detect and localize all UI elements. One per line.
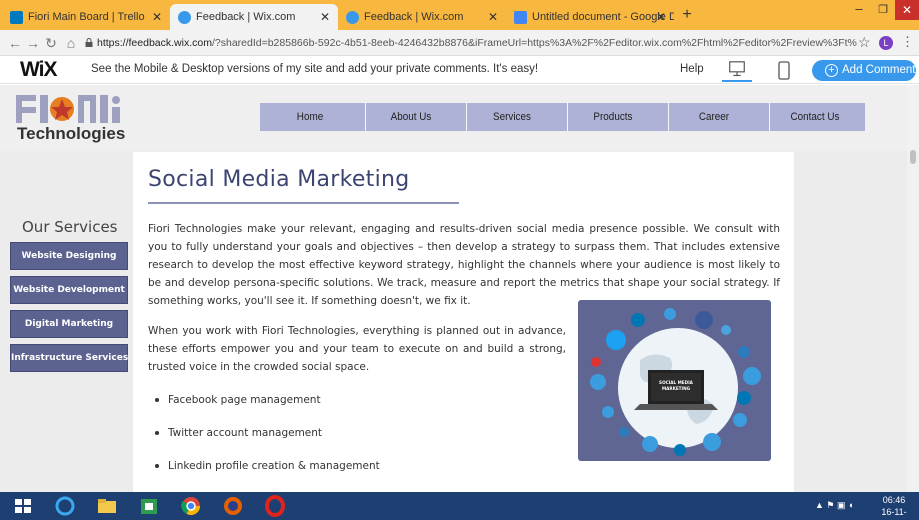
main-content: Social Media Marketing Fiori Technologie… (133, 152, 794, 492)
firefox-icon[interactable] (220, 494, 246, 518)
url-host: https://feedback.wix.com (97, 37, 212, 49)
scrollbar-thumb[interactable] (910, 150, 916, 164)
profile-avatar[interactable]: L (879, 36, 893, 50)
intro-paragraph: Fiori Technologies make your relevant, e… (148, 223, 780, 307)
service-infrastructure-services[interactable]: Infrastructure Services (10, 344, 128, 372)
menu-item-products[interactable]: Products (567, 103, 658, 131)
forward-arrow-icon[interactable]: → (24, 33, 42, 53)
tab-close-icon[interactable]: ✕ (320, 4, 330, 30)
browser-tab-feedback-active[interactable]: Feedback | Wix.com ✕ (170, 4, 338, 30)
home-icon[interactable]: ⌂ (62, 33, 80, 53)
chrome-icon[interactable] (178, 494, 204, 518)
browser-menu-icon[interactable]: ⋮ (901, 34, 914, 50)
help-link[interactable]: Help (680, 63, 704, 75)
window-close-button[interactable]: ✕ (895, 0, 919, 20)
windows-start-icon[interactable] (10, 494, 36, 518)
clock-time: 06:46 (882, 495, 906, 505)
add-comment-label: Add Comment (842, 64, 916, 76)
tab-title: Untitled document - Google Doc (532, 11, 674, 23)
planning-paragraph: When you work with Fiori Technologies, e… (148, 325, 566, 373)
window-maximize-button[interactable]: ❐ (872, 0, 894, 22)
trello-icon (10, 11, 23, 24)
tab-title: Feedback | Wix.com (364, 11, 464, 23)
site-main-menu: Home About Us Services Products Career C… (260, 103, 865, 131)
globe-laptop-icon: SOCIAL MEDIA MARKETING (590, 308, 761, 456)
browser-tab-feedback[interactable]: Feedback | Wix.com ✕ (338, 4, 506, 30)
desktop-view-icon[interactable] (722, 60, 752, 82)
address-bar: ← → ↻ ⌂ https://feedback.wix.com/?shared… (0, 30, 919, 56)
services-title: Our Services (22, 218, 118, 236)
fiori-logo-icon (16, 95, 120, 123)
google-docs-icon (514, 11, 527, 24)
image-caption-line2: MARKETING (662, 386, 691, 391)
menu-item-home[interactable]: Home (265, 103, 355, 131)
list-item: Facebook page management (153, 392, 453, 408)
logo-text: Technologies (17, 124, 126, 143)
menu-item-about-us[interactable]: About Us (365, 103, 456, 131)
menu-item-career[interactable]: Career (668, 103, 759, 131)
back-arrow-icon[interactable]: ← (6, 33, 24, 53)
list-item: Linkedin profile creation & management (153, 458, 453, 474)
wix-instructions: See the Mobile & Desktop versions of my … (91, 63, 539, 75)
system-tray-icons[interactable]: ▲ ⚑ ▣ ◖ (815, 500, 853, 511)
service-website-development[interactable]: Website Development (10, 276, 128, 304)
site-header: Technologies Home About Us Services Prod… (0, 85, 919, 151)
tab-close-icon[interactable]: ✕ (488, 4, 498, 30)
url-field[interactable]: https://feedback.wix.com/?sharedId=b2858… (97, 34, 857, 52)
windows-taskbar: ▲ ⚑ ▣ ◖ 06:46 16-11-2018 (0, 492, 919, 520)
services-list: Facebook page management Twitter account… (153, 392, 453, 491)
lock-icon (85, 38, 93, 47)
url-path: /?sharedId=b285866b-592c-4b51-8eeb-42464… (211, 37, 857, 49)
taskbar-clock[interactable]: 06:46 16-11-2018 (872, 494, 916, 520)
internet-explorer-icon[interactable] (52, 494, 78, 518)
service-website-designing[interactable]: Website Designing (10, 242, 128, 270)
browser-tab-strip: Fiori Main Board | Trello ✕ Feedback | W… (0, 0, 919, 30)
menu-item-services[interactable]: Services (466, 103, 557, 131)
add-comment-button[interactable]: + Add Comment (812, 60, 916, 81)
opera-icon[interactable] (262, 494, 288, 518)
image-caption-line1: SOCIAL MEDIA (659, 380, 694, 385)
wix-feedback-bar: WiX See the Mobile & Desktop versions of… (0, 57, 919, 84)
reload-icon[interactable]: ↻ (42, 33, 60, 53)
plus-icon: + (825, 64, 838, 77)
services-sidebar: Our Services Website Designing Website D… (10, 218, 130, 378)
page-title: Social Media Marketing (148, 167, 410, 192)
site-preview: Technologies Home About Us Services Prod… (0, 85, 919, 492)
browser-tab-google-doc[interactable]: Untitled document - Google Doc ✕ (506, 4, 674, 30)
list-item: Twitter account management (153, 425, 453, 441)
tab-close-icon[interactable]: ✕ (152, 4, 162, 30)
new-tab-button[interactable]: + (676, 4, 698, 26)
file-explorer-icon[interactable] (94, 494, 120, 518)
tab-title: Fiori Main Board | Trello (28, 11, 145, 23)
page-scrollbar[interactable] (907, 85, 919, 492)
title-divider (148, 202, 459, 204)
wix-favicon-icon (346, 11, 359, 24)
tab-title: Feedback | Wix.com (196, 11, 296, 23)
service-digital-marketing[interactable]: Digital Marketing (10, 310, 128, 338)
wix-favicon-icon (178, 11, 191, 24)
menu-item-contact-us[interactable]: Contact Us (769, 103, 860, 131)
mobile-view-icon[interactable] (776, 60, 792, 82)
social-media-marketing-illustration: SOCIAL MEDIA MARKETING (578, 300, 771, 461)
window-minimize-button[interactable]: – (848, 0, 870, 22)
browser-tab-trello[interactable]: Fiori Main Board | Trello ✕ (2, 4, 170, 30)
bookmark-star-icon[interactable]: ☆ (858, 34, 871, 51)
wix-logo: WiX (20, 58, 57, 81)
tab-close-icon[interactable]: ✕ (656, 4, 666, 30)
clock-date: 16-11-2018 (881, 507, 907, 520)
store-icon[interactable] (136, 494, 162, 518)
